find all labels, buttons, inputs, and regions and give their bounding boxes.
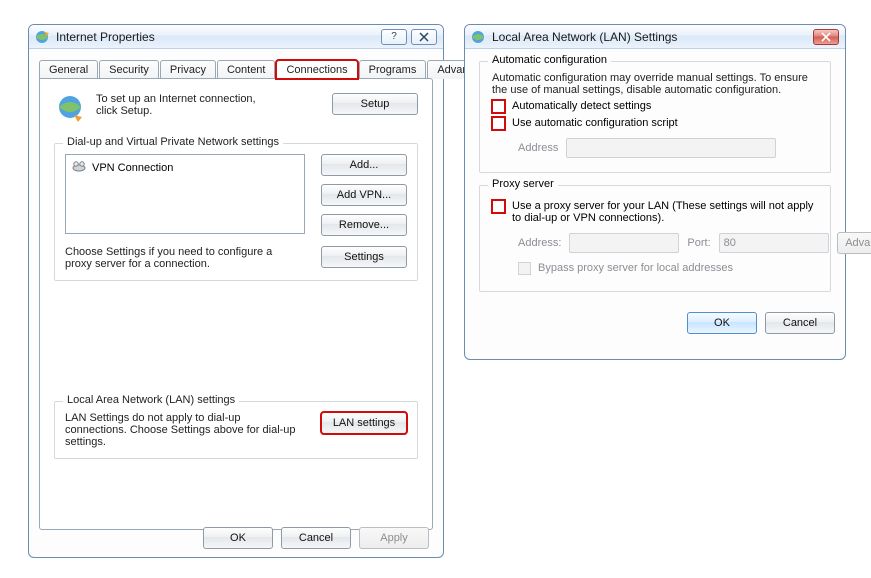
lan-legend: Local Area Network (LAN) settings bbox=[63, 394, 239, 406]
vpn-item-label: VPN Connection bbox=[92, 162, 173, 174]
lan-help: LAN Settings do not apply to dial-up con… bbox=[65, 412, 305, 448]
cancel-button[interactable]: Cancel bbox=[281, 527, 351, 549]
proxy-legend: Proxy server bbox=[488, 178, 558, 190]
tab-privacy[interactable]: Privacy bbox=[160, 60, 216, 79]
dialup-group: Dial-up and Virtual Private Network sett… bbox=[54, 143, 418, 281]
close-button[interactable] bbox=[813, 29, 839, 45]
address-label: Address bbox=[518, 142, 558, 154]
use-proxy-checkbox[interactable] bbox=[492, 200, 505, 213]
proxy-address-input bbox=[569, 233, 679, 253]
apply-button[interactable]: Apply bbox=[359, 527, 429, 549]
auto-script-address-input bbox=[566, 138, 776, 158]
auto-detect-checkbox[interactable] bbox=[492, 100, 505, 113]
proxy-group: Proxy server Use a proxy server for your… bbox=[479, 185, 831, 292]
remove-button[interactable]: Remove... bbox=[321, 214, 407, 236]
bypass-checkbox bbox=[518, 262, 531, 275]
client-area: Automatic configuration Automatic config… bbox=[465, 49, 845, 308]
dialup-legend: Dial-up and Virtual Private Network sett… bbox=[63, 136, 283, 148]
auto-detect-label: Automatically detect settings bbox=[512, 100, 651, 112]
connections-listbox[interactable]: VPN Connection bbox=[65, 154, 305, 234]
lan-group: Local Area Network (LAN) settings LAN Se… bbox=[54, 401, 418, 459]
lan-settings-button[interactable]: LAN settings bbox=[321, 412, 407, 434]
proxy-advanced-button: Advanced bbox=[837, 232, 871, 254]
internet-options-icon bbox=[35, 29, 51, 45]
titlebar[interactable]: Internet Properties ? bbox=[29, 25, 443, 49]
auto-desc: Automatic configuration may override man… bbox=[492, 72, 818, 96]
globe-connect-icon bbox=[54, 93, 86, 125]
client-area: General Security Privacy Content Connect… bbox=[29, 49, 443, 540]
window-title: Internet Properties bbox=[56, 30, 377, 44]
tab-security[interactable]: Security bbox=[99, 60, 159, 79]
bypass-label: Bypass proxy server for local addresses bbox=[538, 262, 733, 274]
tabstrip: General Security Privacy Content Connect… bbox=[39, 59, 433, 78]
setup-button[interactable]: Setup bbox=[332, 93, 418, 115]
proxy-address-label: Address: bbox=[518, 237, 561, 249]
tab-panel-connections: To set up an Internet connection, click … bbox=[39, 78, 433, 530]
lan-settings-window: Local Area Network (LAN) Settings Automa… bbox=[464, 24, 846, 360]
list-item[interactable]: VPN Connection bbox=[72, 159, 298, 176]
titlebar[interactable]: Local Area Network (LAN) Settings bbox=[465, 25, 845, 49]
dialup-settings-button[interactable]: Settings bbox=[321, 246, 407, 268]
ok-button[interactable]: OK bbox=[687, 312, 757, 334]
settings-help: Choose Settings if you need to configure… bbox=[65, 246, 295, 270]
add-vpn-button[interactable]: Add VPN... bbox=[321, 184, 407, 206]
proxy-port-label: Port: bbox=[687, 237, 710, 249]
tab-programs[interactable]: Programs bbox=[359, 60, 427, 79]
tab-content[interactable]: Content bbox=[217, 60, 276, 79]
auto-script-label: Use automatic configuration script bbox=[512, 117, 678, 129]
tab-connections[interactable]: Connections bbox=[276, 60, 357, 79]
internet-properties-window: Internet Properties ? General Security P… bbox=[28, 24, 444, 558]
window-title: Local Area Network (LAN) Settings bbox=[492, 30, 809, 44]
vpn-icon bbox=[72, 160, 86, 175]
proxy-port-input: 80 bbox=[719, 233, 829, 253]
automatic-config-group: Automatic configuration Automatic config… bbox=[479, 61, 831, 173]
cancel-button[interactable]: Cancel bbox=[765, 312, 835, 334]
intro-text: To set up an Internet connection, click … bbox=[96, 93, 266, 117]
auto-script-checkbox[interactable] bbox=[492, 117, 505, 130]
tab-general[interactable]: General bbox=[39, 60, 98, 79]
close-button[interactable] bbox=[411, 29, 437, 45]
help-button[interactable]: ? bbox=[381, 29, 407, 45]
internet-options-icon bbox=[471, 29, 487, 45]
add-button[interactable]: Add... bbox=[321, 154, 407, 176]
ok-button[interactable]: OK bbox=[203, 527, 273, 549]
use-proxy-label: Use a proxy server for your LAN (These s… bbox=[512, 200, 818, 224]
auto-legend: Automatic configuration bbox=[488, 54, 611, 66]
